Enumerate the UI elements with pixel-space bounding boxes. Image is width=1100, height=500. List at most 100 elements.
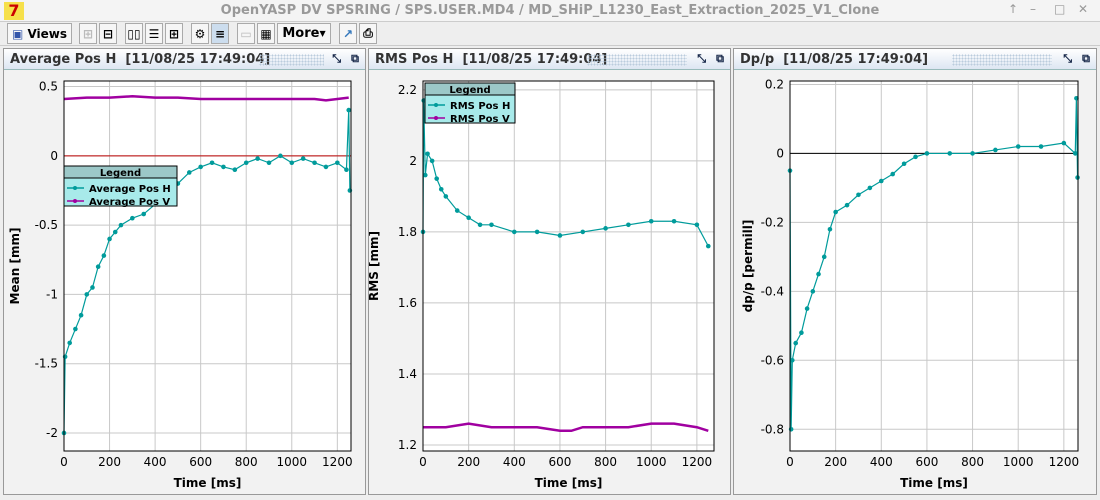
x-tick-label: 800 [961,455,984,469]
data-point [73,326,78,332]
data-point [289,160,295,166]
y-tick-label: 0 [776,146,784,160]
table-button[interactable]: ▦ [257,23,275,44]
plot-area [64,81,351,451]
data-point [1061,140,1067,146]
maximize-panel-icon[interactable]: ⧉ [351,52,359,66]
x-tick-label: 0 [60,455,68,469]
data-point [694,222,700,228]
data-point [186,170,192,175]
toolbar: ▣ Views ⊞ ⊟ ▯▯ ☰ ⊞ ⚙ ≡ ▭ ▦ More ▼ ↗ ⎙ [0,22,1100,46]
data-point [101,253,107,258]
export-icon[interactable]: ↗ [339,23,357,44]
data-point [422,172,428,178]
data-point [705,243,711,249]
data-point [84,292,90,297]
data-point [438,187,444,192]
data-point [67,340,72,346]
legend-marker [73,199,77,203]
data-point [833,209,838,215]
more-button[interactable]: More ▼ [277,23,331,44]
panel-header: Average Pos H [11/08/25 17:49:04] ⤡ ⧉ [4,49,365,70]
pin-button[interactable]: ↑ [1008,2,1018,16]
data-point [810,289,816,294]
data-point [312,160,317,166]
y-tick-label: -0.6 [761,353,784,367]
minimize-panel-icon[interactable]: ⤡ [332,52,341,66]
panel-header: Dp/p [11/08/25 17:49:04] ⤡ ⧉ [734,49,1096,70]
legend-marker [73,186,77,190]
window-button[interactable]: ▭ [237,23,255,44]
more-label: More [282,26,320,41]
layout-tiles-button[interactable]: ⊞ [165,23,183,44]
y-tick-label: -0.8 [761,422,784,436]
x-tick-label: 1200 [1049,455,1080,469]
data-point [793,340,799,346]
data-point [970,151,975,156]
x-tick-label: 1000 [1003,455,1034,469]
data-point [947,151,953,156]
legend-toggle-button[interactable]: ≡ [211,23,229,44]
data-point [335,160,340,166]
views-button[interactable]: ▣ Views [7,23,72,44]
maximize-button[interactable]: □ [1054,2,1065,16]
data-point [789,358,795,363]
data-point [580,229,586,235]
maximize-panel-icon[interactable]: ⧉ [716,52,724,66]
y-tick-label: -0.4 [761,284,784,298]
layout-grid-button[interactable]: ⊞ [79,23,97,44]
y-axis-label: dp/p [permill] [741,220,755,313]
data-point [1072,151,1078,156]
data-point [511,229,517,235]
x-tick-label: 400 [144,455,167,469]
x-tick-label: 400 [870,455,893,469]
print-icon[interactable]: ⎙ [359,23,377,44]
data-point [993,147,998,153]
data-point [804,306,810,311]
data-point [799,330,804,336]
minimize-panel-icon[interactable]: ⤡ [697,52,706,66]
x-tick-label: 400 [503,455,526,469]
data-point [489,222,494,228]
data-point [626,222,631,228]
panel-timestamp: [11/08/25 17:49:04] [783,52,929,67]
layout-custom-button[interactable]: ⊟ [99,23,117,44]
chart-panel-2: RMS Pos H [11/08/25 17:49:04] ⤡ ⧉ 0 200 400 60… [368,48,731,495]
minimize-panel-icon[interactable]: ⤡ [1063,52,1072,66]
y-tick-label: 1.2 [398,438,417,452]
views-icon: ▣ [11,26,28,41]
data-point [346,107,352,113]
panel-header: RMS Pos H [11/08/25 17:49:04] ⤡ ⧉ [369,49,730,70]
data-point [266,160,272,166]
plot-area [790,81,1078,451]
panel-timestamp: [11/08/25 17:49:04] [125,52,271,67]
x-tick-label: 1000 [636,455,667,469]
minimize-button[interactable]: – [1030,2,1036,16]
layout-columns-button[interactable]: ▯▯ [125,23,143,44]
chevron-down-icon: ▼ [319,29,326,38]
settings-window-button[interactable]: ⚙ [191,23,209,44]
y-tick-label: 1.6 [398,296,417,310]
y-tick-label: 0.5 [39,80,58,94]
x-axis-label: Time [ms] [900,476,968,490]
maximize-panel-icon[interactable]: ⧉ [1082,52,1090,66]
data-point [867,185,873,191]
data-point [209,160,215,166]
chart-panel-3: Dp/p [11/08/25 17:49:04] ⤡ ⧉ 0 200 400 600 800 1… [733,48,1097,495]
layout-rows-button[interactable]: ☰ [145,23,163,44]
data-point [557,233,563,238]
close-button[interactable]: ✕ [1078,2,1088,16]
data-point [856,192,861,198]
y-tick-label: -2 [46,426,58,440]
y-axis-label: Mean [mm] [8,228,22,305]
x-tick-label: 1200 [322,455,353,469]
data-point [648,218,654,224]
title-bar: 7 OpenYASP DV SPSRING / SPS.USER.MD4 / M… [0,0,1100,22]
x-tick-label: 800 [594,455,617,469]
y-axis-label: RMS [mm] [369,231,381,301]
data-point [534,229,540,235]
legend-entry: Average Pos H [89,184,171,195]
chart-panel-1: Average Pos H [11/08/25 17:49:04] ⤡ ⧉ 0 200 4… [3,48,366,495]
x-tick-label: 600 [189,455,212,469]
y-tick-label: -0.5 [35,218,58,232]
